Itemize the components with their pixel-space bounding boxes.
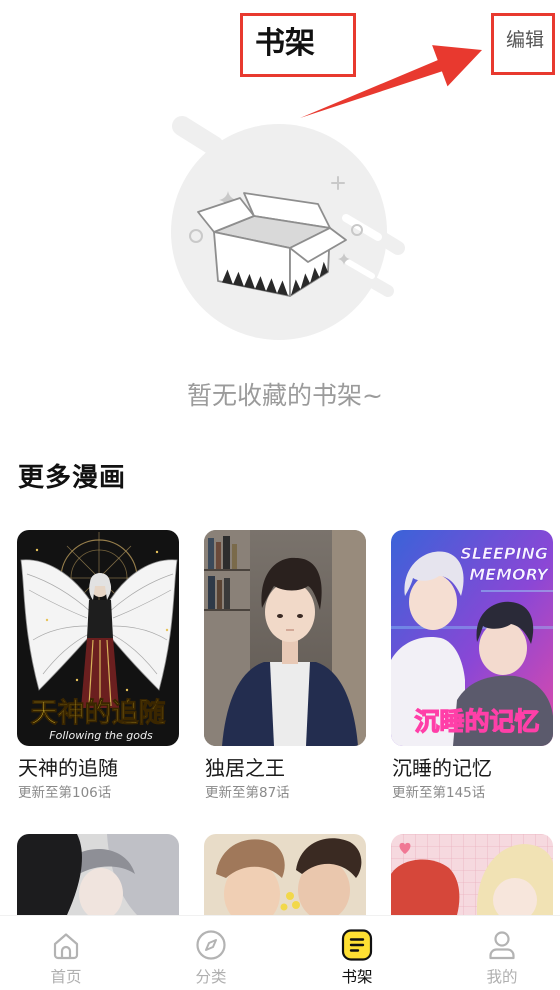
comic-update-status: 更新至第87话: [205, 785, 290, 801]
empty-shelf-message: 暂无收藏的书架~: [187, 381, 383, 410]
comic-cover[interactable]: [204, 530, 366, 746]
bookshelf-icon: [341, 929, 373, 961]
tab-bookshelf[interactable]: 书架: [317, 916, 397, 990]
comic-cover[interactable]: [204, 834, 366, 915]
profile-icon: [489, 931, 515, 960]
tab-label: 书架: [341, 968, 373, 986]
cover-artwork: SLEEPING MEMORY 沉睡的记忆: [391, 530, 553, 746]
cover-artwork: [204, 834, 366, 915]
tab-label: 我的: [486, 968, 518, 986]
comic-card[interactable]: 天神的追随 Following the gods 天神的追随 更新至第106话: [17, 530, 179, 802]
cover-title-lettering: 沉睡的记忆: [414, 707, 539, 736]
home-icon: [53, 933, 79, 960]
cover-title-lettering-line: SLEEPING: [460, 544, 548, 563]
more-comics-heading: 更多漫画: [18, 463, 127, 493]
comic-card[interactable]: [17, 834, 179, 915]
comic-cover[interactable]: 天神的追随 Following the gods: [17, 530, 179, 746]
comic-card[interactable]: [204, 834, 366, 915]
comic-title[interactable]: 沉睡的记忆: [392, 758, 492, 778]
comic-card[interactable]: SLEEPING MEMORY 沉睡的记忆 沉睡的记忆 更新至第145话: [391, 530, 553, 802]
comic-card[interactable]: [391, 834, 553, 915]
tab-label: 首页: [50, 968, 82, 986]
cover-title-lettering-line: MEMORY: [469, 565, 549, 584]
bottom-tab-bar: 首页 分类 书架 我的: [0, 915, 560, 990]
comic-title[interactable]: 天神的追随: [18, 758, 118, 778]
cover-artwork: [391, 834, 553, 915]
page-title: 书架: [255, 26, 315, 61]
cover-artwork: 天神的追随 Following the gods: [17, 530, 179, 746]
comic-title[interactable]: 独居之王: [205, 758, 285, 778]
compass-icon: [196, 930, 226, 960]
edit-button[interactable]: 编辑: [506, 31, 544, 50]
cover-artwork: [204, 530, 366, 746]
comic-update-status: 更新至第106话: [18, 785, 112, 801]
comic-cover[interactable]: SLEEPING MEMORY 沉睡的记忆: [391, 530, 553, 746]
comic-card[interactable]: 独居之王 更新至第87话: [204, 530, 366, 802]
cover-artwork: [17, 834, 179, 915]
comic-cover[interactable]: [391, 834, 553, 915]
cover-subtitle-lettering: Following the gods: [49, 729, 153, 742]
comic-update-status: 更新至第145话: [392, 785, 486, 801]
tab-home[interactable]: 首页: [26, 916, 106, 990]
empty-box-icon: [171, 116, 405, 340]
tab-profile[interactable]: 我的: [462, 916, 542, 990]
tab-categories[interactable]: 分类: [171, 916, 251, 990]
cover-title-lettering: 天神的追随: [31, 697, 166, 729]
tab-label: 分类: [195, 968, 227, 986]
comic-cover[interactable]: [17, 834, 179, 915]
